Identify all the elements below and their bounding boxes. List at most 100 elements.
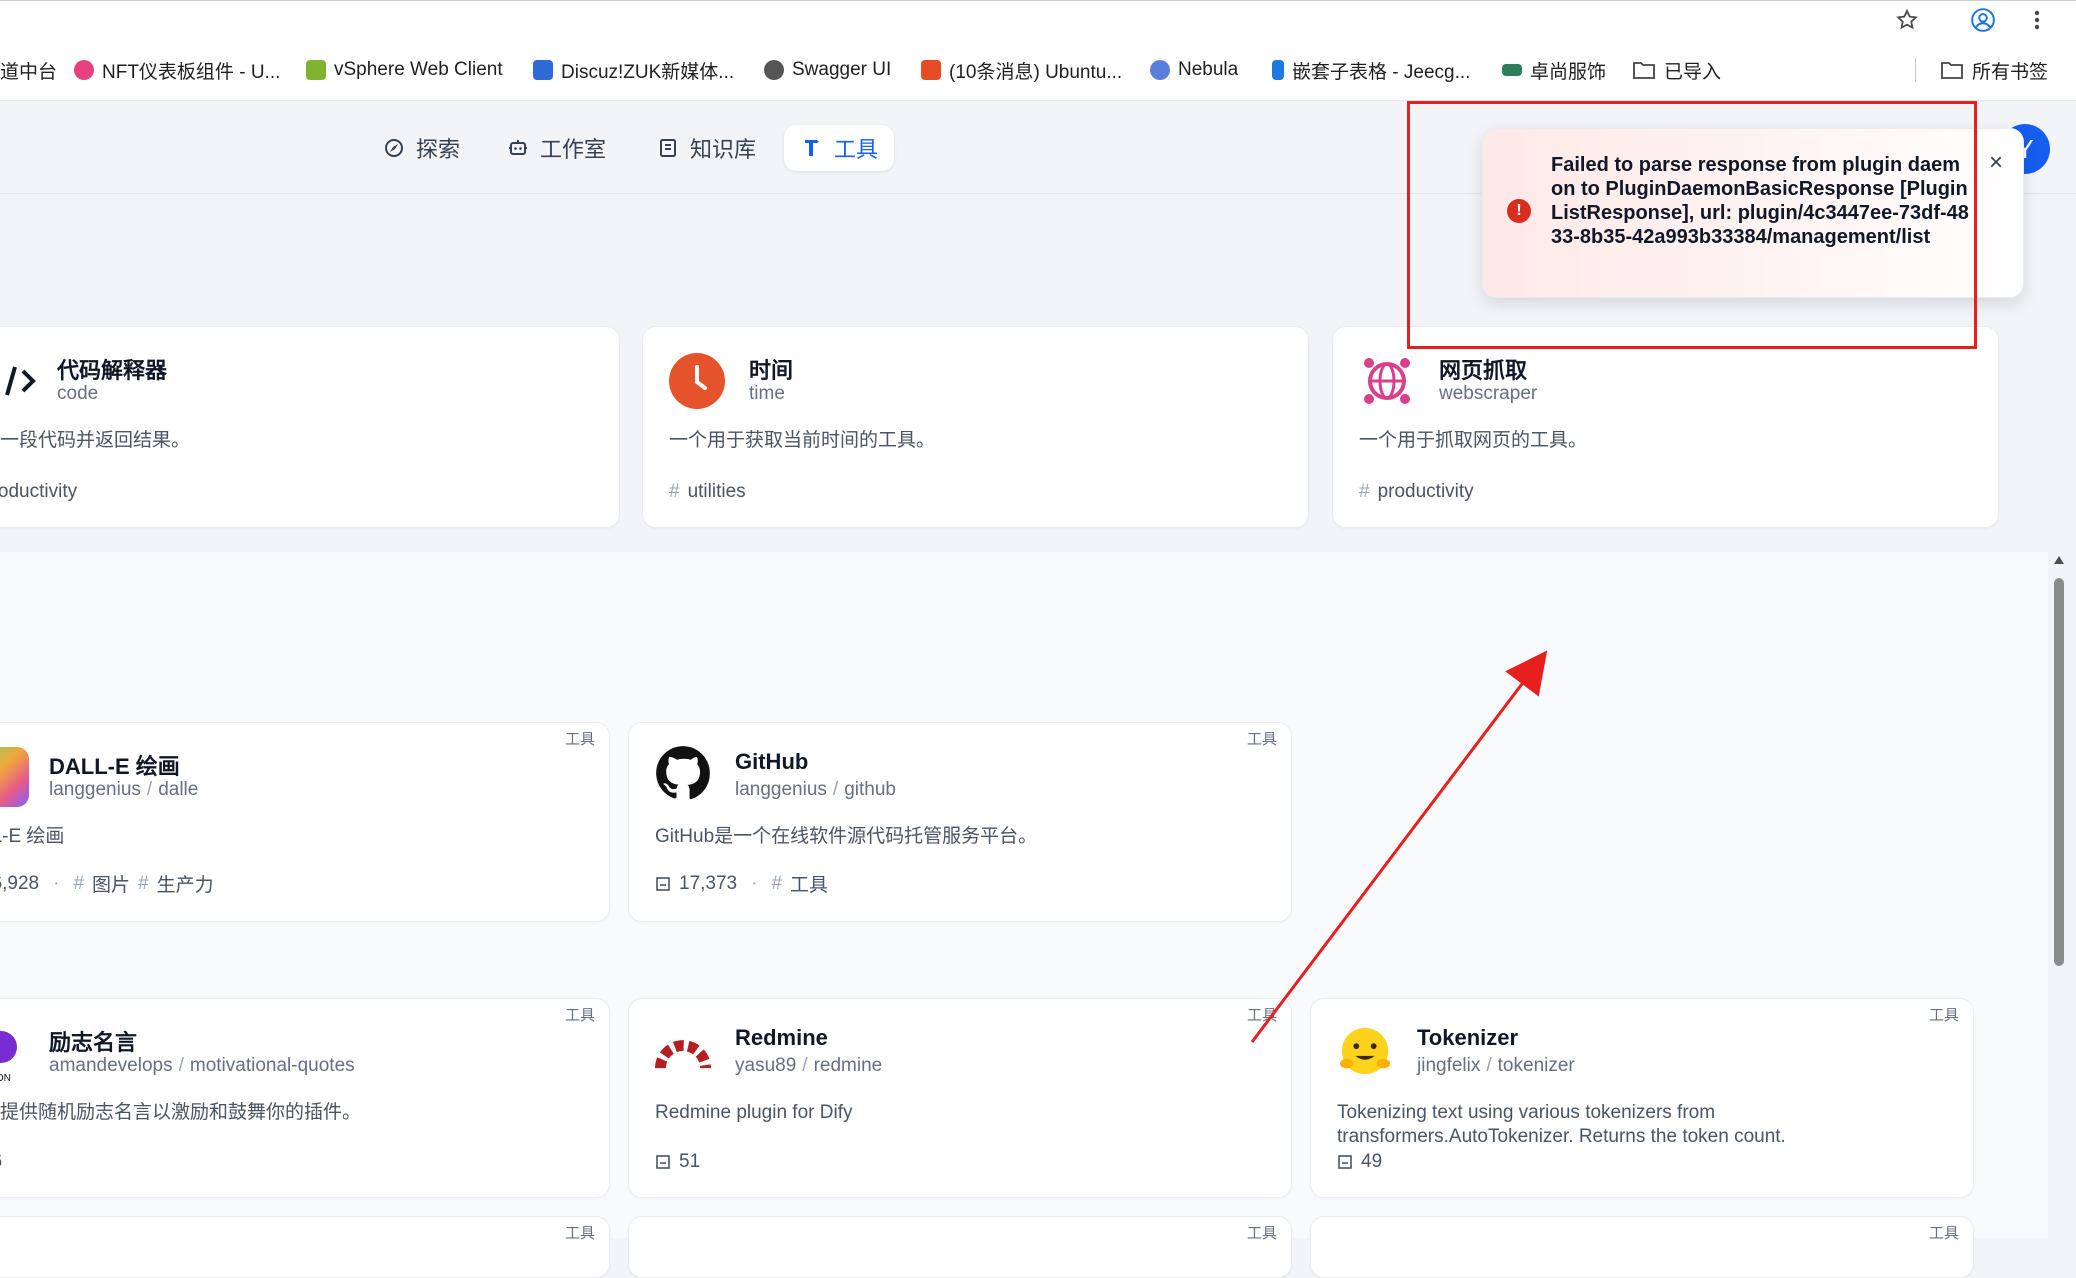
category-badge: 工具 <box>1246 1007 1277 1024</box>
plugin-card-tokenizer[interactable]: 工具 Tokenizer jingfelix / tokenizer Tokeniz… <box>1310 998 1974 1198</box>
more-menu-icon[interactable] <box>2022 5 2052 35</box>
tool-tags: productivity <box>0 481 78 502</box>
tool-tags: # productivity <box>1359 481 1474 502</box>
bookmark-item[interactable]: 道中台 <box>0 56 57 84</box>
quotes-logo-icon: ATION <box>0 1029 21 1089</box>
plugin-org: jingfelix / tokenizer <box>1417 1055 1575 1076</box>
nav-knowledge[interactable]: 知识库 <box>640 125 772 171</box>
plugin-title: 励志名言 <box>49 1030 138 1055</box>
install-count: 49 <box>1361 1151 1383 1172</box>
bookmark-star-icon[interactable] <box>1892 5 1922 35</box>
bookmark-item[interactable]: vSphere Web Client <box>306 56 503 84</box>
tool-description: 行一段代码并返回结果。 <box>0 430 191 451</box>
bookmark-favicon-icon <box>533 60 553 80</box>
tool-card-webscraper[interactable]: 网页抓取 webscraper 一个用于抓取网页的工具。 # productivi… <box>1332 326 1999 528</box>
plugin-org: langgenius / github <box>735 779 896 800</box>
tool-subtitle: code <box>57 383 99 404</box>
bookmark-favicon-icon <box>74 60 94 80</box>
nav-explore[interactable]: 探索 <box>366 125 476 171</box>
scrollbar-thumb[interactable] <box>2054 578 2064 966</box>
plugin-card-motivational-quotes[interactable]: 工具 ATION 励志名言 amandevelops/motivational-… <box>0 998 610 1198</box>
address-bar-area <box>0 1 1945 41</box>
plugin-card[interactable]: 工具 <box>628 1216 1292 1278</box>
plugin-description: LL-E 绘画 <box>0 826 65 847</box>
tool-title: 时间 <box>749 358 794 383</box>
plugin-title: GitHub <box>735 749 809 774</box>
folder-icon <box>1633 62 1655 79</box>
plugin-card[interactable]: 工具 <box>1310 1216 1974 1278</box>
plugin-description: 个提供随机励志名言以激励和鼓舞你的插件。 <box>0 1102 362 1123</box>
bookmark-item[interactable]: 卓尚服饰 <box>1502 56 1606 84</box>
bookmark-favicon-icon <box>306 60 326 80</box>
close-icon[interactable]: × <box>1989 149 2003 177</box>
bookmark-item[interactable]: 嵌套子表格 - Jeecg... <box>1272 56 1470 84</box>
install-icon <box>1338 1155 1352 1169</box>
error-message: Failed to parse response from plugin dae… <box>1551 154 1969 248</box>
all-bookmarks-folder[interactable]: 所有书签 <box>1940 56 2048 84</box>
plugin-meta: 51 <box>655 1151 700 1173</box>
category-badge: 工具 <box>564 731 595 748</box>
plugin-org: yasu89/redmine <box>735 1055 883 1076</box>
bookmark-favicon-icon <box>1502 64 1522 76</box>
bookmark-item[interactable]: (10条消息) Ubuntu... <box>921 56 1122 84</box>
plugin-description: Tokenizing text using various tokenizers… <box>1337 1102 1786 1147</box>
book-icon <box>660 139 676 157</box>
plugin-card-redmine[interactable]: 工具 Redmine yasu89/redmine Redmine plugin… <box>628 998 1292 1198</box>
bookmark-favicon-icon <box>1150 60 1170 80</box>
plugin-card[interactable]: 工具 <box>0 1216 610 1278</box>
plugin-card-dalle[interactable]: 工具 DALL-E 绘画 langgenius/dalle LL-E 绘画 26… <box>0 722 610 922</box>
tool-tags: # utilities <box>669 481 746 502</box>
category-badge: 工具 <box>1928 1007 1959 1024</box>
nav-tools[interactable]: 工具 <box>784 125 895 171</box>
clock-icon <box>669 353 725 409</box>
hugging-face-icon <box>1337 1023 1393 1079</box>
category-badge: 工具 <box>1246 731 1277 748</box>
bookmark-favicon-icon <box>1272 60 1284 80</box>
page-scrollbar[interactable] <box>2052 552 2066 1238</box>
bookmark-item[interactable]: Swagger UI <box>764 56 891 84</box>
browser-toolbar <box>0 0 2076 41</box>
install-icon <box>656 1155 670 1169</box>
tool-description: 一个用于抓取网页的工具。 <box>1359 430 1588 451</box>
install-count: 17,373 <box>679 872 738 894</box>
bookmarks-bar: 道中台 NFT仪表板组件 - U... vSphere Web Client D… <box>0 40 2076 101</box>
bookmark-item[interactable]: Nebula <box>1150 56 1238 84</box>
explore-icon <box>385 139 403 157</box>
install-count: 26,928 <box>0 872 40 894</box>
tool-title: 代码解释器 <box>57 358 168 383</box>
tools-icon <box>805 140 819 156</box>
plugin-org: amandevelops / motivational-quotes <box>49 1055 355 1076</box>
bookmarks-separator <box>1915 58 1916 82</box>
code-icon <box>0 353 47 409</box>
plugin-meta: 26,928· #图片 #生产力 <box>0 870 214 897</box>
nav-studio[interactable]: 工作室 <box>490 125 622 171</box>
github-icon <box>655 745 711 801</box>
bookmark-item[interactable]: Discuz!ZUK新媒体... <box>533 56 734 84</box>
tool-card-time[interactable]: 时间 time 一个用于获取当前时间的工具。 # utilities <box>642 326 1309 528</box>
profile-icon[interactable] <box>1968 5 1998 35</box>
tool-subtitle: time <box>749 383 785 404</box>
redmine-logo-icon <box>655 1023 711 1079</box>
plugin-meta: 56 <box>0 1151 2 1173</box>
plugin-meta: 17,373 · # 工具 <box>655 870 828 897</box>
robot-icon <box>509 140 527 155</box>
category-badge: 工具 <box>1928 1225 1959 1242</box>
folder-icon <box>1941 62 1963 79</box>
install-count: 56 <box>0 1151 2 1173</box>
error-toast: ! Failed to parse response from plugin d… <box>1482 128 2024 298</box>
svg-text:ATION: ATION <box>0 1073 11 1084</box>
tool-title: 网页抓取 <box>1439 358 1528 383</box>
plugin-description: Redmine plugin for Dify <box>655 1102 853 1123</box>
category-badge: 工具 <box>1246 1225 1277 1242</box>
scroll-up-icon[interactable] <box>2054 556 2064 564</box>
globe-icon <box>1359 353 1415 409</box>
bookmark-folder[interactable]: 已导入 <box>1632 56 1721 84</box>
plugin-org: langgenius / dalle <box>49 779 199 800</box>
plugin-card-github[interactable]: 工具 GitHub langgenius / github GitHub是一个在线软… <box>628 722 1292 922</box>
plugin-title: DALL-E 绘画 <box>49 754 180 779</box>
install-count: 51 <box>679 1151 701 1172</box>
tool-card-code[interactable]: 代码解释器 code 行一段代码并返回结果。 productivity <box>0 326 620 528</box>
plugin-title: Tokenizer <box>1417 1025 1519 1050</box>
bookmark-item[interactable]: NFT仪表板组件 - U... <box>74 56 280 84</box>
dalle-logo-icon <box>0 747 29 807</box>
